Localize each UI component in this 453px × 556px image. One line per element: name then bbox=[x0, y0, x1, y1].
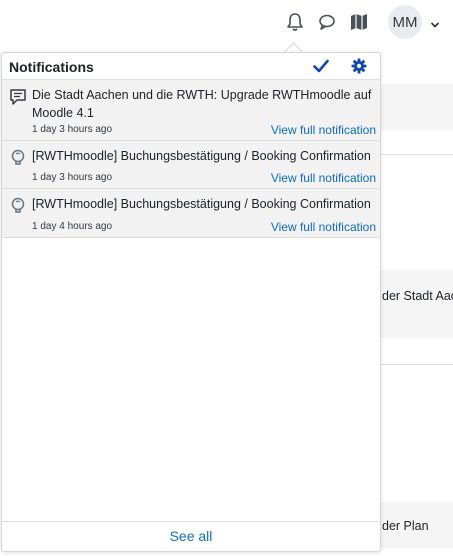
map-icon[interactable] bbox=[348, 11, 370, 33]
notification-item[interactable]: [RWTHmoodle] Buchungsbestätigung / Booki… bbox=[2, 189, 380, 238]
popover-footer: See all bbox=[2, 521, 380, 551]
background-divider bbox=[380, 364, 453, 365]
bulb-icon bbox=[9, 149, 27, 167]
user-avatar[interactable]: MM bbox=[388, 5, 422, 39]
notification-item[interactable]: [RWTHmoodle] Buchungsbestätigung / Booki… bbox=[2, 141, 380, 189]
bulb-icon bbox=[9, 197, 27, 215]
popover-header: Notifications bbox=[2, 53, 380, 80]
comment-icon bbox=[9, 88, 27, 106]
notification-time: 1 day 3 hours ago bbox=[32, 124, 113, 135]
notification-time: 1 day 3 hours ago bbox=[32, 172, 113, 183]
avatar-initials: MM bbox=[392, 13, 418, 31]
background-text: der Stadt Aach bbox=[382, 289, 453, 303]
see-all-link[interactable]: See all bbox=[170, 528, 213, 544]
notification-text: [RWTHmoodle] Buchungsbestätigung / Booki… bbox=[32, 197, 371, 211]
popover-title: Notifications bbox=[9, 59, 94, 75]
notification-time: 1 day 4 hours ago bbox=[32, 221, 113, 232]
notifications-popover: Notifications Die Stadt Aachen und die R… bbox=[1, 52, 381, 552]
gear-icon[interactable] bbox=[351, 58, 367, 74]
view-full-notification-link[interactable]: View full notification bbox=[271, 171, 376, 185]
notification-text: Die Stadt Aachen und die RWTH: Upgrade R… bbox=[32, 88, 372, 120]
background-card bbox=[380, 84, 453, 130]
chat-icon[interactable] bbox=[316, 11, 338, 33]
notification-text: [RWTHmoodle] Buchungsbestätigung / Booki… bbox=[32, 149, 371, 163]
check-icon[interactable] bbox=[313, 58, 329, 74]
view-full-notification-link[interactable]: View full notification bbox=[271, 220, 376, 234]
background-divider bbox=[380, 154, 453, 155]
background-card bbox=[380, 270, 453, 338]
background-text: der Plan bbox=[382, 519, 429, 533]
view-full-notification-link[interactable]: View full notification bbox=[271, 123, 376, 137]
chevron-down-icon[interactable] bbox=[430, 16, 440, 34]
notification-item[interactable]: Die Stadt Aachen und die RWTH: Upgrade R… bbox=[2, 80, 380, 141]
top-navbar: MM bbox=[0, 0, 453, 48]
bell-icon[interactable] bbox=[284, 11, 306, 33]
